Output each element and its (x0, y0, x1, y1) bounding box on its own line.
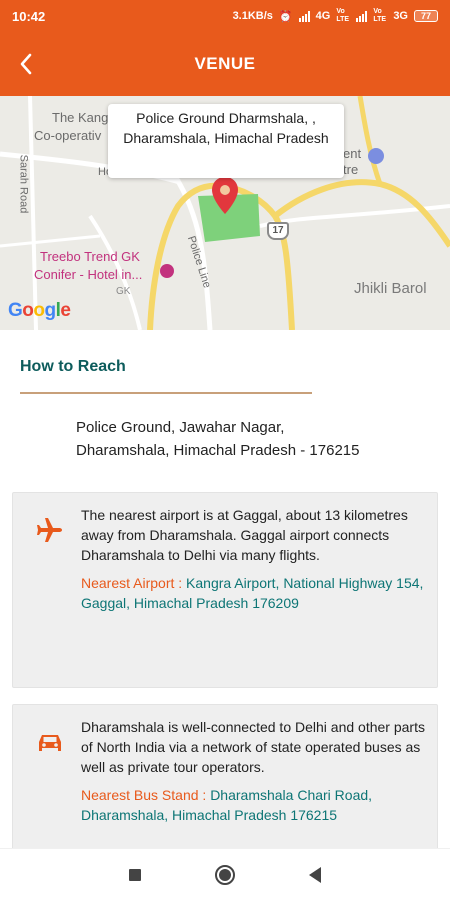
map-poi-treebo-2[interactable]: Conifer - Hotel in... (34, 266, 142, 283)
signal-icon-2 (356, 10, 368, 22)
bus-card: Dharamshala is well-connected to Delhi a… (12, 704, 438, 848)
venue-address: Police Ground, Jawahar Nagar, Dharamshal… (76, 416, 426, 462)
map-label-tre: tre (343, 162, 359, 177)
heading-divider (20, 392, 312, 394)
system-nav-bar (0, 848, 450, 900)
map-label-sarah-road: Sarah Road (17, 154, 30, 214)
nearest-bus-stand: Nearest Bus Stand : Dharamshala Chari Ro… (81, 785, 427, 825)
nearest-airport-label: Nearest Airport : (81, 575, 187, 591)
signal-icon (298, 10, 310, 22)
venue-pin-icon[interactable] (211, 176, 239, 216)
battery-icon: 77 (414, 10, 438, 22)
google-logo: Google (8, 300, 71, 321)
address-line-2: Dharamshala, Himachal Pradesh - 176215 (76, 442, 360, 459)
map-label-jhikli-barol: Jhikli Barol (354, 280, 427, 297)
map-label-kangra-coop-2: Co-operativ (34, 128, 102, 143)
map-label-ent: ent (343, 146, 362, 161)
venue-map[interactable]: The Kang Co-operativ Ho Sarah Road Polic… (0, 96, 450, 330)
network-speed: 3.1KB/s (232, 10, 273, 22)
nearest-bus-label: Nearest Bus Stand : (81, 787, 211, 803)
hotel-pin-icon (160, 264, 174, 278)
chevron-left-icon (20, 53, 32, 75)
airport-description: The nearest airport is at Gaggal, about … (81, 507, 408, 563)
circle-home-icon[interactable] (215, 864, 235, 885)
nearest-airport: Nearest Airport : Kangra Airport, Nation… (81, 573, 427, 613)
volte-badge-2: Vo LTE (373, 8, 387, 23)
address-line-1: Police Ground, Jawahar Nagar, (76, 419, 285, 436)
car-icon (39, 735, 61, 751)
venue-details[interactable]: How to Reach Police Ground, Jawahar Naga… (0, 330, 450, 848)
bus-description: Dharamshala is well-connected to Delhi a… (81, 719, 425, 775)
map-callout: Police Ground Dharmshala, , Dharamshala,… (108, 104, 344, 178)
how-to-reach-heading: How to Reach (20, 358, 126, 375)
alarm-icon: ⏰ (278, 10, 293, 23)
triangle-back-icon[interactable] (309, 866, 321, 883)
map-label-gk: GK (116, 286, 131, 297)
network-type-1: 4G (315, 10, 331, 22)
airplane-icon (37, 518, 62, 542)
square-recents-icon[interactable] (129, 868, 141, 881)
network-type-2: 3G (393, 10, 408, 22)
volte-badge-1: Vo LTE (336, 8, 350, 23)
page-title: VENUE (194, 54, 256, 73)
back-button[interactable] (12, 50, 40, 78)
status-icons: 3.1KB/s ⏰ 4G Vo LTE Vo LTE 3G 77 (233, 8, 438, 24)
map-label-kangra-coop: The Kang (52, 110, 109, 125)
status-time: 10:42 (12, 8, 46, 24)
route-17-shield: 17 (267, 222, 289, 240)
app-bar: VENUE (0, 32, 450, 96)
map-poi-icon (368, 148, 384, 164)
status-bar: 10:42 3.1KB/s ⏰ 4G Vo LTE Vo LTE 3G 77 (0, 0, 450, 32)
map-poi-treebo[interactable]: Treebo Trend GK (40, 248, 140, 265)
airport-card: The nearest airport is at Gaggal, about … (12, 492, 438, 688)
